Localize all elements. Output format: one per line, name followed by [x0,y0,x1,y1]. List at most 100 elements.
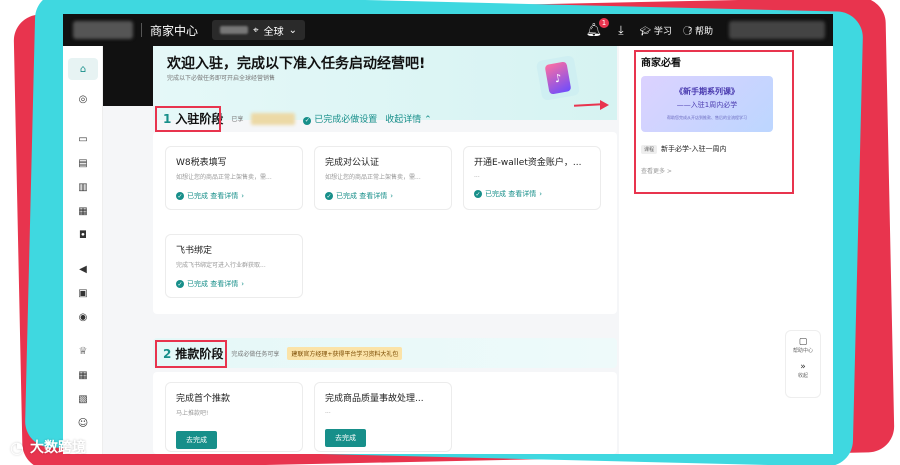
floating-helper: ▢ 帮助中心 » 收起 [785,330,821,398]
task-card-feishu[interactable]: 飞书绑定 完成飞书绑定可进入行业群获取... ✓ 已完成 查看详情 › [165,234,303,298]
highlight-box-stage1 [155,106,221,132]
platform-logo[interactable] [73,21,133,39]
graduation-cap-icon: 🎓︎ [639,26,651,37]
annotation-arrow-head-icon [600,100,609,110]
watermark-logo-icon: ◔ [10,437,24,457]
task-title: 完成商品质量事故处理... [325,394,424,404]
help-center-label: 帮助中心 [792,348,813,354]
banner-title: 欢迎入驻，完成以下准入任务启动经营吧! [167,56,426,72]
shop-icon[interactable]: ▦ [73,202,93,220]
help-center-button[interactable]: ▢ 帮助中心 [786,337,820,354]
learn-label: 学习 [653,26,672,37]
help-link[interactable]: ?⃝ 帮助 [688,24,713,37]
watermark: ◔ 大数跨境 [10,437,86,457]
stage1-reward-blurred [251,112,296,125]
trophy-icon[interactable]: ♕ [73,342,93,360]
welcome-banner: 欢迎入驻，完成以下准入任务启动经营吧! 完成以下必做任务即可开启全球经营销售 ♪ [153,46,617,120]
check-circle-icon: ✓ [303,116,312,125]
top-navigation-bar: 商家中心 ⌖ 全球 ⌄ 🔔︎ 1 ⤓ 🎓︎ 学习 ?⃝ 帮助 [63,14,833,46]
task-status-link[interactable]: ✓ 已完成 查看详情 › [325,191,441,201]
location-pin-icon: ⌖ [253,24,259,36]
task-card-ewallet[interactable]: 开通E-wallet资金账户，... ... ✓ 已完成 查看详情 › [463,146,601,210]
double-chevron-right-icon: » [800,362,806,372]
notification-badge: 1 [598,17,610,28]
megaphone-icon[interactable]: ◀ [73,260,93,278]
go-complete-button[interactable]: 去完成 [176,431,217,449]
clipboard-icon[interactable]: ▤ [73,154,93,172]
task-status-text: 已完成 查看详情 [187,280,239,288]
chevron-right-icon: › [390,192,394,200]
task-title: W8税表填写 [176,158,227,168]
check-circle-icon: ✓ [325,192,333,200]
help-label: 帮助 [694,26,713,37]
store-icon[interactable]: ▣ [73,284,93,302]
collapse-details-label: 收起详情 [385,115,422,125]
task-desc: 如想让您的商品正常上架售卖，需... [176,174,272,181]
user-account-menu[interactable] [729,21,825,39]
notification-bell-icon[interactable]: 🔔︎ 1 [586,17,610,38]
stage1-prefix: 已享 [231,116,244,123]
task-status-link[interactable]: ✓ 已完成 查看详情 › [176,279,292,289]
collapse-details-link[interactable]: 收起详情 ⌃ [385,112,431,125]
chat-bubble-icon: ▢ [798,337,808,347]
report-icon[interactable]: ▧ [73,390,93,408]
task-status-text: 已完成 查看详情 [485,190,537,198]
learn-link[interactable]: 🎓︎ 学习 [640,24,672,37]
check-circle-icon: ✓ [176,280,184,288]
stage1-completed: ✓ 已完成必做设置 [303,112,377,125]
go-complete-button[interactable]: 去完成 [325,429,366,447]
check-circle-icon: ✓ [474,190,482,198]
shop-name [220,26,249,34]
task-card-corporate-verification[interactable]: 完成对公认证 如想让您的商品正常上架售卖，需... ✓ 已完成 查看详情 › [314,146,452,210]
stage2-promo-badge: 建联官方经理+获得平台学习资料大礼包 [287,347,403,360]
task-desc: 完成飞书绑定可进入行业群获取... [176,262,266,269]
task-title: 完成对公认证 [325,158,380,168]
stage2-desc: 完成必做任务可享 [231,351,280,358]
double-chevron-up-icon: ⌃ [424,115,432,125]
person-icon[interactable]: ☺ [73,414,93,432]
main-content: 欢迎入驻，完成以下准入任务启动经营吧! 完成以下必做任务即可开启全球经营销售 ♪… [153,46,617,454]
chevron-right-icon: › [241,280,245,288]
brand-title: 商家中心 [150,23,199,38]
calendar-icon[interactable]: ▦ [73,366,93,384]
document-icon[interactable]: ▥ [73,178,93,196]
settings-circle-icon[interactable]: ◉ [73,308,93,326]
task-card-first-product[interactable]: 完成首个推款 马上推款吧! 去完成 [165,382,303,452]
target-icon[interactable]: ◎ [73,90,93,108]
screenshot-stage: 商家中心 ⌖ 全球 ⌄ 🔔︎ 1 ⤓ 🎓︎ 学习 ?⃝ 帮助 ⌂ ◎ ▭ ▤ ▥ … [0,0,900,465]
task-card-quality-incident[interactable]: 完成商品质量事故处理... ... 去完成 [314,382,452,452]
chevron-down-icon: ⌄ [288,24,298,36]
collapse-button[interactable]: » 收起 [786,362,820,379]
collapse-label: 收起 [797,373,808,379]
merchant-center-screen: 商家中心 ⌖ 全球 ⌄ 🔔︎ 1 ⤓ 🎓︎ 学习 ?⃝ 帮助 ⌂ ◎ ▭ ▤ ▥ … [63,14,833,454]
shop-region-selector[interactable]: ⌖ 全球 ⌄ [212,20,306,40]
download-icon[interactable]: ⤓ [618,23,623,38]
top-right-actions: 🔔︎ 1 ⤓ 🎓︎ 学习 ?⃝ 帮助 [586,17,833,39]
highlight-box-stage2 [155,340,227,368]
task-title: 开通E-wallet资金账户，... [474,158,582,168]
region-label: 全球 [263,26,284,38]
stage1-completed-text: 已完成必做设置 [314,115,378,125]
home-icon[interactable]: ⌂ [68,58,98,80]
camera-icon[interactable]: ◘ [73,226,93,244]
divider [141,23,142,37]
task-status-link[interactable]: ✓ 已完成 查看详情 › [474,189,590,199]
task-status-link[interactable]: ✓ 已完成 查看详情 › [176,191,292,201]
banner-subtitle: 完成以下必做任务即可开启全球经营销售 [167,75,276,82]
task-desc: ... [325,408,331,415]
watermark-text: 大数跨境 [29,440,86,456]
task-desc: ... [474,172,480,179]
task-title: 飞书绑定 [176,246,213,256]
task-card-w8[interactable]: W8税表填写 如想让您的商品正常上架售卖，需... ✓ 已完成 查看详情 › [165,146,303,210]
box-icon[interactable]: ▭ [73,130,93,148]
check-circle-icon: ✓ [176,192,184,200]
tiktok-logo-icon: ♪ [544,61,572,95]
chevron-right-icon: › [241,192,245,200]
task-status-text: 已完成 查看详情 [187,192,239,200]
left-sidebar: ⌂ ◎ ▭ ▤ ▥ ▦ ◘ ◀ ▣ ◉ ♕ ▦ ▧ ☺ [63,46,103,454]
task-title: 完成首个推款 [176,394,231,404]
highlight-box-must-see [634,50,794,194]
task-desc: 如想让您的商品正常上架售卖，需... [325,174,421,181]
question-circle-icon: ?⃝ [687,26,693,37]
header-shadow-band [103,46,153,106]
